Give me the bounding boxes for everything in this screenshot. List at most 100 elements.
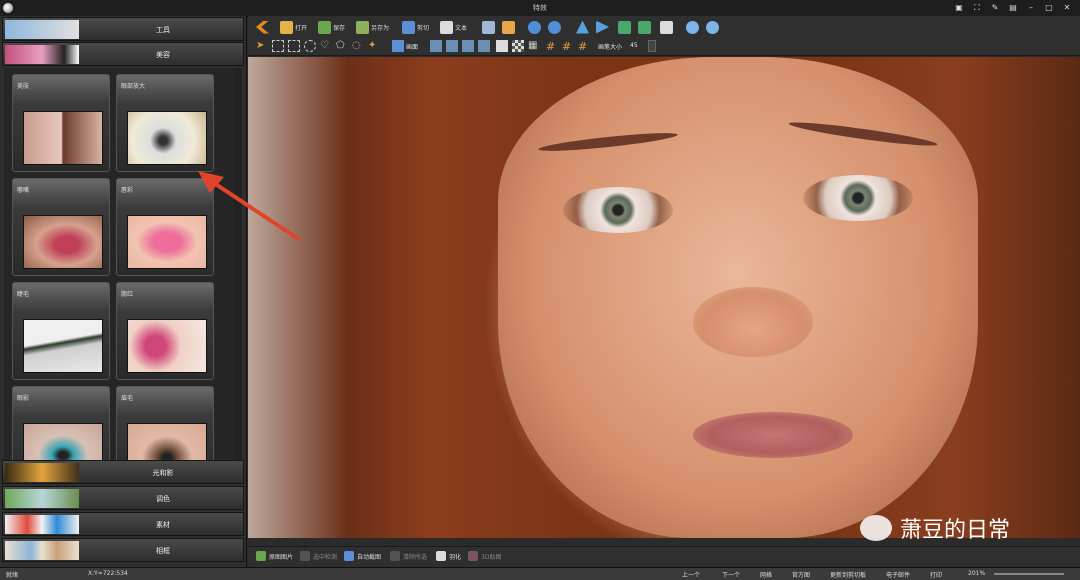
layer4-icon[interactable] [478,40,490,52]
check-icon [300,551,310,561]
category-materials[interactable]: 素材 [2,512,244,536]
layer1-icon[interactable] [430,40,442,52]
feather-button[interactable]: 羽化 [436,551,461,561]
save-as-button[interactable]: 另存为 [356,19,389,35]
zoom-in-button[interactable] [686,19,699,35]
effect-card-mascara[interactable]: 睫毛 [12,282,110,380]
compare-icon [256,551,266,561]
flip-vertical-button[interactable] [576,19,589,35]
main-toolbar: 打开 保存 另存为 剪切 文本 [248,16,1080,39]
back-arrow-icon [256,20,269,34]
redo-icon [548,20,561,34]
flip-horizontal-button[interactable] [596,19,609,35]
effect-card-skin[interactable]: 美肤 [12,74,110,172]
hash3-icon[interactable]: # [578,40,590,53]
picture-icon[interactable] [392,40,404,52]
sidebar-scrollbar[interactable] [234,68,242,472]
official-button[interactable]: 官方图 [792,570,810,579]
crop-button[interactable]: 剪切 [402,19,429,35]
effect-card-eye-enlarge[interactable]: 眼部放大 [116,74,214,172]
effect-card-label: 嘟嘴 [17,187,30,194]
clear-label: 清除所选 [403,553,428,561]
watermark-text: 萧豆的日常 [900,518,1011,543]
effect-card-label: 美肤 [17,83,30,90]
brush-size-stepper[interactable] [648,40,656,52]
magic-wand-icon[interactable]: ✦ [368,40,380,52]
grid-button[interactable]: 网格 [760,570,772,579]
effect-card-blush[interactable]: 腮红 [116,282,214,380]
stamp-icon[interactable] [496,40,508,52]
nose [693,287,813,357]
open-button[interactable]: 打开 [280,19,307,35]
square-select-icon[interactable] [288,40,300,52]
maximize-button[interactable]: □ [1042,2,1056,13]
brush-size-value[interactable]: 45 [630,42,638,49]
status-bar: 就绪 X:Y=722:534 上一个 下一个 网格 官方图 更新到剪切板 电子邮… [0,567,1080,580]
zoom-out-button[interactable] [706,19,719,35]
polygon-select-icon[interactable]: ⬠ [336,40,348,52]
cursor-coordinates: X:Y=722:534 [88,570,128,577]
hand-button[interactable] [660,19,673,35]
pen-icon[interactable]: ✎ [988,2,1002,13]
image-canvas[interactable] [248,57,1080,538]
hash1-icon[interactable]: # [546,40,558,53]
print-status-button[interactable]: 打印 [930,570,942,579]
rotate-right-button[interactable] [638,19,651,35]
brush-size-label: 画笔大小 [598,44,623,51]
zoom-in-icon [686,20,699,34]
settings-icon[interactable]: ▤ [1006,2,1020,13]
auto-crop-label: 自动截图 [357,553,382,561]
layer3-icon[interactable] [462,40,474,52]
text-button[interactable]: 文本 [440,19,467,35]
save-icon [318,20,331,34]
save-button[interactable]: 保存 [318,19,345,35]
skin-icon[interactable]: ▣ [952,2,966,13]
check-button[interactable]: 选中检测 [300,551,337,561]
email-status-button[interactable]: 电子邮件 [886,570,910,579]
category-thumbnail [5,515,79,534]
effect-thumbnail [127,319,207,373]
folder-icon [280,20,293,34]
effect-card-label: 睫毛 [17,291,30,298]
watermark: 萧豆的日常 [860,512,1010,544]
fullscreen-icon[interactable]: ⛶ [970,2,984,13]
compare-button[interactable]: 原图图片 [256,551,293,561]
redo-button[interactable] [548,19,561,35]
zoom-slider[interactable] [994,573,1064,575]
pointer-icon[interactable]: ➤ [256,40,268,52]
text-label: 文本 [455,24,468,32]
hash2-icon[interactable]: # [562,40,574,53]
category-color[interactable]: 调色 [2,486,244,510]
eye-right [803,175,913,221]
effect-card-pout[interactable]: 嘟嘴 [12,178,110,276]
category-frames[interactable]: 相框 [2,538,244,562]
category-tools[interactable]: 工具 [2,17,244,41]
category-beauty[interactable]: 美容 [2,42,244,66]
category-thumbnail [5,45,79,64]
print-button[interactable] [482,19,495,35]
effect-card-label: 眼影 [17,395,30,402]
close-button[interactable]: ✕ [1060,2,1074,13]
effect-card-label: 眼部放大 [121,83,146,90]
heart-select-icon[interactable]: ♡ [320,40,332,52]
grid-icon[interactable]: ▦ [528,40,540,52]
3d-sticker-button[interactable]: 3D贴图 [468,551,501,561]
auto-crop-button[interactable]: 自动截图 [344,551,381,561]
next-button[interactable]: 下一个 [722,570,740,579]
rotate-left-button[interactable] [618,19,631,35]
email-button[interactable] [502,19,515,35]
minimize-button[interactable]: – [1024,2,1038,13]
clear-selection-button[interactable]: 清除所选 [390,551,427,561]
rect-select-icon[interactable] [272,40,284,52]
undo-button[interactable] [528,19,541,35]
wechat-icon [860,515,892,541]
transparency-icon[interactable] [512,40,524,52]
lasso-icon[interactable]: ◌ [352,40,364,52]
clipboard-button[interactable]: 更新到剪切板 [830,570,866,579]
ellipse-select-icon[interactable] [304,40,316,52]
envelope-icon [502,20,515,34]
prev-button[interactable]: 上一个 [682,570,700,579]
back-button[interactable] [256,19,269,35]
layer2-icon[interactable] [446,40,458,52]
category-light-shadow[interactable]: 光和影 [2,460,244,484]
